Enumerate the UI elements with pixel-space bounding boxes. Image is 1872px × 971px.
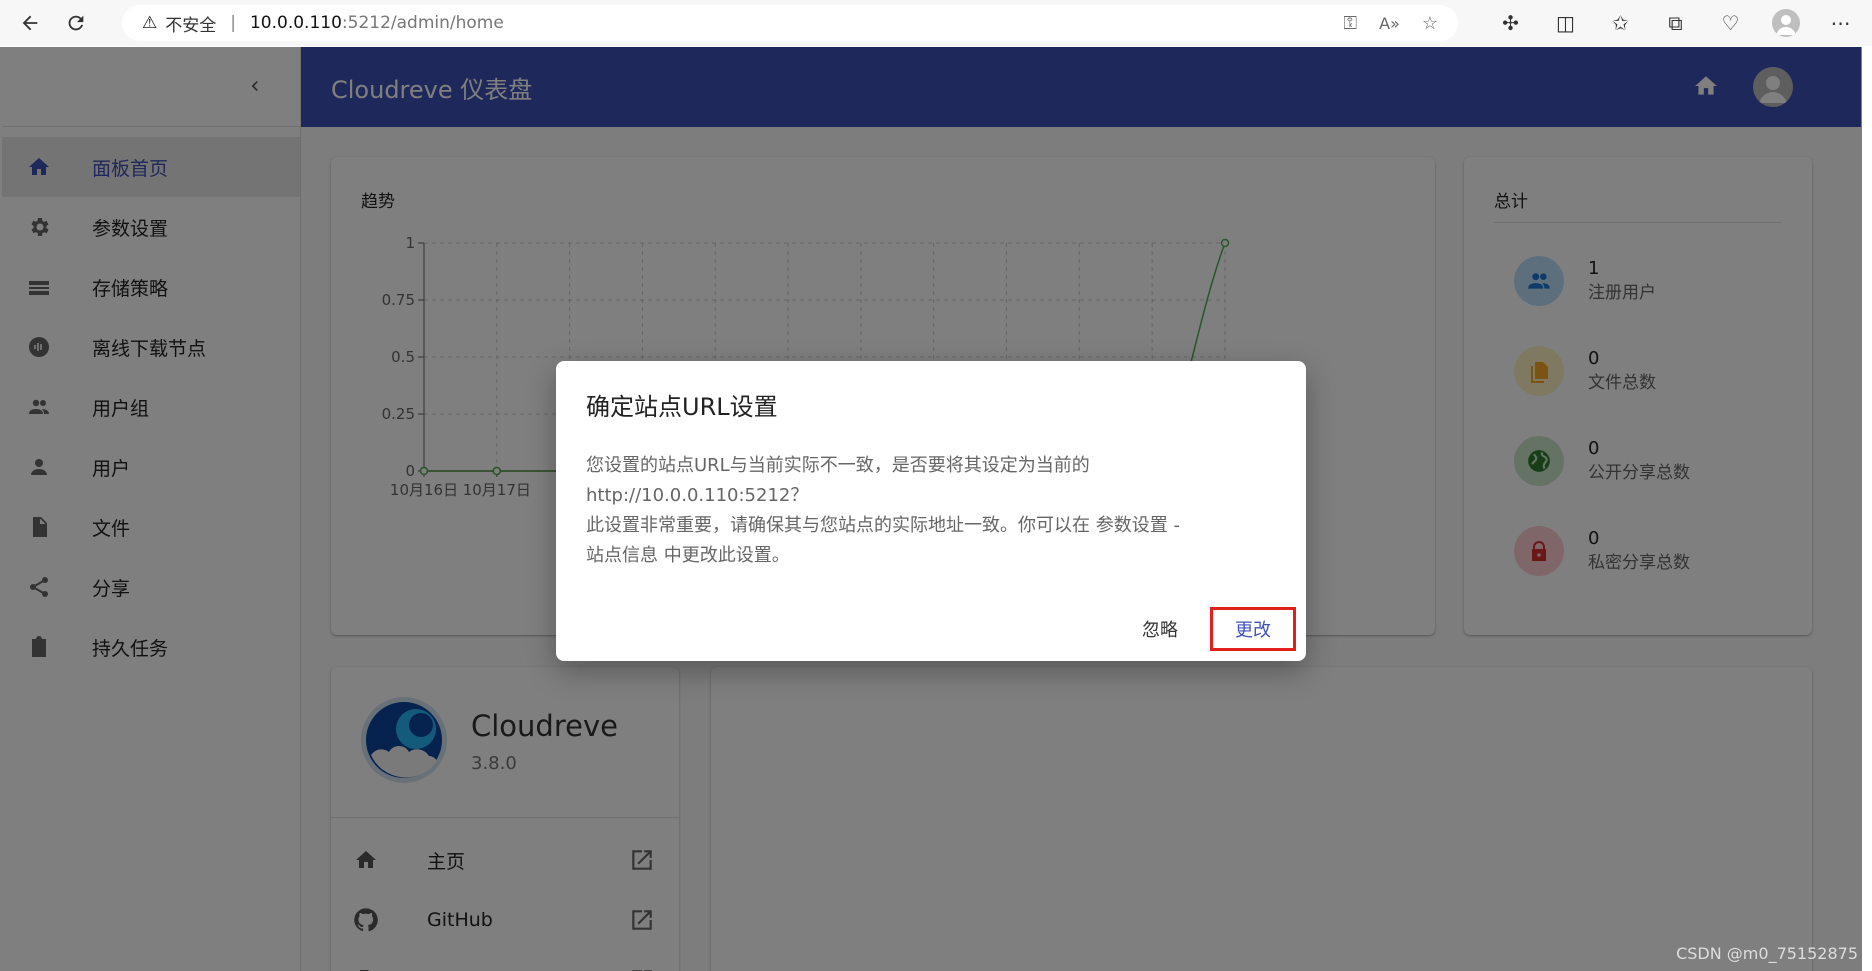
profile-avatar-icon [1771, 9, 1800, 37]
more-menu-icon[interactable]: ⋯ [1813, 0, 1868, 46]
arrow-left-icon [22, 15, 38, 31]
browser-essentials-icon[interactable]: ♡ [1703, 0, 1758, 46]
dialog-line: 您设置的站点URL与当前实际不一致，是否要将其设定为当前的 [586, 455, 1090, 476]
dialog-line: 站点信息 中更改此设置。 [586, 545, 790, 566]
dialog-message: 您设置的站点URL与当前实际不一致，是否要将其设定为当前的 http://10.… [586, 451, 1266, 571]
dialog-actions: 忽略 更改 [1124, 607, 1296, 651]
address-separator: | [230, 13, 236, 33]
key-icon[interactable]: ⚿ [1343, 13, 1357, 34]
url-path: :5212/admin/home [341, 13, 504, 33]
browser-toolbar: ⚠ 不安全 | 10.0.0.110:5212/admin/home ⚿ A» … [0, 0, 1872, 46]
dialog-line: http://10.0.0.110:5212？ [586, 485, 809, 506]
dialog-line: 此设置非常重要，请确保其与您站点的实际地址一致。你可以在 参数设置 - [586, 515, 1180, 536]
collections-icon[interactable]: ⧉ [1648, 0, 1703, 46]
site-url-dialog: 确定站点URL设置 您设置的站点URL与当前实际不一致，是否要将其设定为当前的 … [556, 361, 1306, 661]
dialog-title: 确定站点URL设置 [586, 393, 778, 421]
profile-button[interactable] [1758, 0, 1813, 46]
warning-icon: ⚠ [142, 13, 158, 33]
extensions-icon[interactable]: ✣ [1483, 0, 1538, 46]
insecure-label: 不安全 [165, 15, 217, 36]
refresh-button[interactable] [56, 3, 96, 43]
back-button[interactable] [10, 3, 50, 43]
url-host: 10.0.0.110 [249, 13, 342, 33]
read-aloud-icon[interactable]: A» [1379, 14, 1400, 33]
watermark: CSDN @m0_75152875 [1676, 944, 1858, 963]
split-screen-icon[interactable]: ◫ [1538, 0, 1593, 46]
address-bar[interactable]: ⚠ 不安全 | 10.0.0.110:5212/admin/home ⚿ A» … [122, 5, 1458, 41]
change-button[interactable]: 更改 [1210, 607, 1296, 651]
favorite-star-icon[interactable]: ☆ [1422, 13, 1438, 34]
ignore-button[interactable]: 忽略 [1124, 608, 1196, 650]
favorites-icon[interactable]: ✩ [1593, 0, 1648, 46]
refresh-icon [68, 15, 84, 31]
